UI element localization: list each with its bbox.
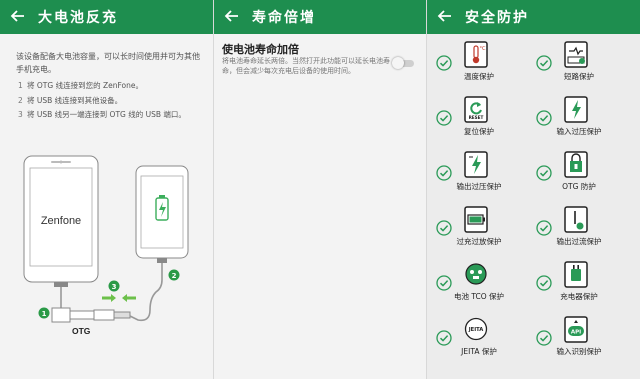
otg-adapter: OTG bbox=[51, 307, 131, 336]
brand-logo: Zenfone bbox=[41, 215, 81, 227]
charger-protection-icon bbox=[564, 261, 588, 288]
reset-icon-text: RESET bbox=[469, 115, 484, 120]
api-icon-text: API bbox=[571, 330, 581, 336]
check-circle-icon bbox=[436, 165, 452, 181]
feature-battery-tco: 电池 TCO 保护 bbox=[427, 258, 527, 313]
step-number: 1 bbox=[18, 81, 23, 90]
feature-charger-protection: 充电器保护 bbox=[527, 258, 627, 313]
callout-number: 1 bbox=[42, 310, 47, 318]
output-overcurrent-icon bbox=[564, 206, 588, 233]
feature-label: 复位保护 bbox=[464, 127, 494, 136]
arrow-left-icon[interactable] bbox=[8, 6, 28, 26]
callout-3: 3 bbox=[108, 280, 120, 292]
check-circle-icon bbox=[536, 330, 552, 346]
step-number: 2 bbox=[18, 96, 23, 105]
charging-phone bbox=[135, 165, 189, 263]
feature-jeita: JEITA JEITA 保护 bbox=[427, 313, 527, 368]
feature-label: 短路保护 bbox=[564, 72, 594, 81]
toggle-knob bbox=[392, 57, 404, 69]
check-circle-icon bbox=[436, 275, 452, 291]
jeita-icon-text: JEITA bbox=[468, 327, 484, 333]
step-text: 将 OTG 线连接到您的 ZenFone。 bbox=[27, 81, 143, 90]
feature-input-overvoltage: 输入过压保护 bbox=[527, 93, 627, 148]
thermometer-icon: °C bbox=[464, 41, 488, 68]
api-icon: API bbox=[564, 316, 588, 343]
feature-label: 输入识别保护 bbox=[556, 347, 602, 356]
intro-text: 该设备配备大电池容量，可以长时间使用并可为其他手机充电。 bbox=[16, 52, 200, 74]
zenfone-phone: Zenfone bbox=[23, 155, 99, 287]
callout-1: 1 bbox=[38, 307, 50, 319]
setting-description: 将电池寿命延长两倍。当然打开此功能可以延长电池寿命，但会减少每次充电后设备的使用… bbox=[222, 57, 390, 75]
check-circle-icon bbox=[436, 220, 452, 236]
callout-number: 2 bbox=[172, 272, 177, 280]
feature-label: 电池 TCO 保护 bbox=[453, 292, 505, 301]
otg-connection-illustration: Zenfone OTG 1 2 3 bbox=[23, 155, 189, 336]
reset-icon: RESET bbox=[464, 96, 488, 123]
svg-text:°C: °C bbox=[480, 46, 487, 52]
feature-label: OTG 防护 bbox=[562, 182, 596, 191]
feature-short-circuit: 短路保护 bbox=[527, 38, 627, 93]
output-overvoltage-icon bbox=[464, 151, 488, 178]
tco-icon bbox=[465, 263, 487, 285]
step-item: 1 将 OTG 线连接到您的 ZenFone。 bbox=[18, 80, 203, 91]
page-title: 大电池反充 bbox=[38, 10, 118, 26]
input-overvoltage-icon bbox=[564, 96, 588, 123]
feature-label: 输出过压保护 bbox=[456, 182, 502, 191]
arrow-left-icon[interactable] bbox=[222, 6, 242, 26]
double-battery-life-toggle[interactable] bbox=[392, 57, 416, 69]
app-bar: 寿命倍增 bbox=[214, 0, 426, 34]
feature-output-overvoltage: 输出过压保护 bbox=[427, 148, 527, 203]
feature-label: 输出过流保护 bbox=[556, 237, 602, 246]
otg-label: OTG bbox=[72, 326, 91, 336]
check-circle-icon bbox=[436, 55, 452, 71]
reverse-charging-panel: 大电池反充 该设备配备大电池容量，可以长时间使用并可为其他手机充电。 1 将 O… bbox=[0, 0, 213, 379]
check-circle-icon bbox=[536, 110, 552, 126]
feature-output-overcurrent: 输出过流保护 bbox=[527, 203, 627, 258]
page-title: 安全防护 bbox=[465, 10, 529, 26]
overcharge-battery-icon bbox=[464, 206, 488, 233]
page-title: 寿命倍增 bbox=[252, 10, 316, 26]
short-circuit-icon bbox=[564, 41, 588, 68]
arrow-left-icon[interactable] bbox=[435, 6, 455, 26]
app-bar: 安全防护 bbox=[427, 0, 640, 34]
check-circle-icon bbox=[536, 275, 552, 291]
setting-title: 使电池寿命加倍 bbox=[222, 43, 299, 56]
callout-2: 2 bbox=[168, 269, 180, 281]
feature-overcharge: 过充过放保护 bbox=[427, 203, 527, 258]
feature-label: 温度保护 bbox=[464, 72, 494, 81]
step-text: 将 USB 线连接到其他设备。 bbox=[27, 96, 123, 105]
otg-protection-icon bbox=[564, 151, 588, 178]
feature-label: 充电器保护 bbox=[560, 292, 598, 301]
feature-label: 过充过放保护 bbox=[456, 237, 502, 246]
safety-protection-panel: 安全防护 °C 温度保护 短路保护 RESET 复位保护 输入过压保护 输出过压… bbox=[427, 0, 640, 379]
feature-reset: RESET 复位保护 bbox=[427, 93, 527, 148]
check-circle-icon bbox=[536, 165, 552, 181]
check-circle-icon bbox=[436, 330, 452, 346]
feature-otg-protection: OTG 防护 bbox=[527, 148, 627, 203]
step-item: 3 将 USB 线另一端连接到 OTG 线的 USB 端口。 bbox=[18, 109, 203, 120]
feature-label: JEITA 保护 bbox=[461, 347, 497, 356]
check-circle-icon bbox=[436, 110, 452, 126]
check-circle-icon bbox=[536, 55, 552, 71]
app-bar: 大电池反充 bbox=[0, 0, 213, 34]
step-item: 2 将 USB 线连接到其他设备。 bbox=[18, 95, 203, 106]
feature-label: 输入过压保护 bbox=[556, 127, 602, 136]
jeita-icon: JEITA bbox=[464, 317, 488, 341]
step-text: 将 USB 线另一端连接到 OTG 线的 USB 端口。 bbox=[27, 110, 186, 119]
callout-number: 3 bbox=[112, 283, 117, 291]
connect-arrows-icon bbox=[102, 294, 136, 302]
step-number: 3 bbox=[18, 110, 23, 119]
feature-temperature: °C 温度保护 bbox=[427, 38, 527, 93]
feature-input-identification: API 输入识别保护 bbox=[527, 313, 627, 368]
check-circle-icon bbox=[536, 220, 552, 236]
